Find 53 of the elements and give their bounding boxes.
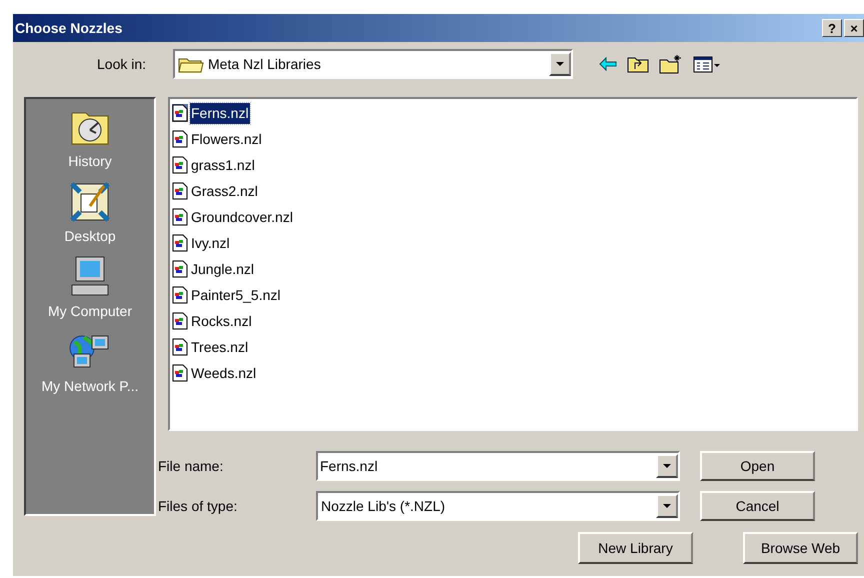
place-label[interactable]: Desktop — [64, 226, 116, 247]
place-label[interactable]: History — [68, 151, 112, 172]
file-type-value: Nozzle Lib's (*.NZL) — [321, 496, 446, 516]
browse-web-button[interactable]: Browse Web — [743, 532, 858, 564]
desktop-icon[interactable] — [68, 180, 112, 224]
close-button[interactable]: × — [844, 19, 864, 37]
help-button[interactable]: ? — [822, 19, 842, 37]
file-item[interactable]: Painter5_5.nzl — [190, 284, 282, 306]
file-icon — [172, 182, 188, 200]
file-item[interactable]: Jungle.nzl — [190, 258, 256, 280]
file-icon — [172, 130, 188, 148]
dropdown-button[interactable] — [656, 454, 678, 478]
file-name-field[interactable]: Ferns.nzl — [316, 451, 680, 481]
file-icon — [172, 260, 188, 278]
file-icon — [172, 286, 188, 304]
window-title: Choose Nozzles — [15, 18, 124, 38]
file-icon — [172, 156, 188, 174]
place-label[interactable]: My Network P... — [42, 376, 138, 397]
look-in-value: Meta Nzl Libraries — [208, 54, 322, 74]
file-item[interactable]: Ferns.nzl — [190, 102, 250, 124]
new-library-button[interactable]: New Library — [578, 532, 693, 564]
file-item[interactable]: Weeds.nzl — [190, 362, 258, 384]
open-button[interactable]: Open — [700, 451, 815, 481]
new-folder-icon[interactable] — [659, 54, 683, 74]
caret-icon — [663, 504, 671, 508]
caret-icon — [663, 464, 671, 468]
file-name-label: File name: — [158, 456, 224, 476]
dropdown-button[interactable] — [656, 494, 678, 518]
cancel-button[interactable]: Cancel — [700, 491, 815, 521]
file-icon — [172, 104, 188, 122]
file-icon — [172, 208, 188, 226]
folder-up-icon[interactable] — [627, 55, 649, 73]
file-icon — [172, 312, 188, 330]
file-name-value: Ferns.nzl — [320, 456, 379, 476]
file-item[interactable]: Rocks.nzl — [190, 310, 253, 332]
file-item[interactable]: Trees.nzl — [190, 336, 250, 358]
file-icon — [172, 364, 188, 382]
file-item[interactable]: Ivy.nzl — [190, 232, 231, 254]
back-arrow-icon[interactable] — [599, 57, 617, 71]
file-type-label: Files of type: — [158, 496, 238, 516]
caret-icon — [556, 62, 564, 66]
file-item[interactable]: grass1.nzl — [190, 154, 256, 176]
dropdown-button[interactable] — [549, 52, 571, 76]
file-item[interactable]: Grass2.nzl — [190, 180, 259, 202]
file-item[interactable]: Flowers.nzl — [190, 128, 263, 150]
file-type-dropdown[interactable]: Nozzle Lib's (*.NZL) — [316, 491, 680, 521]
place-label[interactable]: My Computer — [48, 301, 132, 322]
file-icon — [172, 338, 188, 356]
file-icon — [172, 234, 188, 252]
look-in-dropdown[interactable]: Meta Nzl Libraries — [173, 49, 573, 79]
look-in-label: Look in: — [97, 54, 148, 74]
file-item[interactable]: Groundcover.nzl — [190, 206, 294, 228]
view-menu-icon[interactable] — [693, 55, 721, 73]
